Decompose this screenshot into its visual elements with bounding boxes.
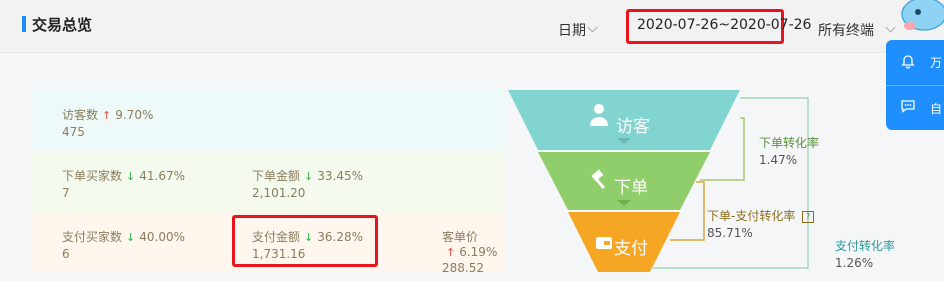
notification-item[interactable]: 万 [886, 40, 944, 84]
metric-label: 下单金额 [252, 169, 301, 183]
conversion-label: 下单-支付转化率 [707, 209, 796, 223]
metric-unit-price: 客单价 ↑ 6.19% 288.52 [442, 228, 506, 275]
metric-label: 支付买家数 [62, 230, 123, 244]
terminal-label[interactable]: 所有终端 [818, 20, 874, 40]
metric-value: 475 [62, 125, 85, 139]
arrow-up-icon: ↑ [102, 109, 112, 122]
funnel-label-pay: 支付 [614, 239, 648, 259]
metric-change: 40.00% [139, 230, 185, 244]
arrow-up-icon: ↑ [446, 246, 456, 259]
header-bar: 交易总览 日期 2020-07-26~2020-07-26 所有终端 [0, 0, 944, 53]
metric-visitors: 访客数 ↑ 9.70% 475 [62, 106, 153, 139]
arrow-down-icon: ↓ [304, 170, 314, 183]
arrow-down-icon: ↓ [126, 231, 136, 244]
metric-change: 9.70% [115, 108, 154, 122]
metric-order-buyers: 下单买家数 ↓ 41.67% 7 [62, 167, 185, 200]
metric-label: 访客数 [62, 108, 99, 122]
conversion-order-pay-rate: 下单-支付转化率 ? 85.71% [707, 207, 815, 240]
conversion-order-rate: 下单转化率 1.47% [759, 134, 819, 167]
metric-change: 41.67% [139, 169, 185, 183]
wallet-icon [596, 237, 612, 249]
metric-value: 6 [62, 247, 70, 261]
metric-change: 6.19% [459, 245, 498, 259]
chevron-down-icon [885, 22, 896, 33]
funnel-label-order: 下单 [614, 178, 648, 198]
bell-icon [901, 55, 915, 69]
metric-label: 客单价 [442, 230, 479, 244]
conversion-label: 下单转化率 [759, 136, 820, 150]
conversion-value: 1.47% [759, 153, 798, 167]
metric-value: 2,101.20 [252, 186, 306, 200]
metric-change: 33.45% [317, 169, 363, 183]
help-icon[interactable]: ? [802, 210, 815, 223]
conversion-value: 1.26% [835, 256, 874, 270]
conversion-value: 85.71% [707, 226, 753, 240]
metric-label: 下单买家数 [62, 169, 123, 183]
metric-pay-buyers: 支付买家数 ↓ 40.00% 6 [62, 228, 185, 261]
page-title: 交易总览 [32, 16, 93, 34]
chevron-down-icon [587, 22, 598, 33]
funnel-label-visitor: 访客 [616, 117, 650, 137]
pay-amount-highlight [232, 215, 378, 267]
date-range-value[interactable]: 2020-07-26~2020-07-26 [637, 17, 811, 33]
metric-value: 7 [62, 186, 70, 200]
metric-order-amount: 下单金额 ↓ 33.45% 2,101.20 [252, 167, 363, 200]
side-item-label: 万 [930, 56, 943, 70]
arrow-down-icon: ↓ [126, 170, 136, 183]
metric-value: 288.52 [442, 261, 484, 275]
mascot-icon [901, 0, 944, 31]
date-label[interactable]: 日期 [558, 20, 586, 40]
title-accent-bar [22, 16, 26, 32]
conversion-label: 支付转化率 [835, 239, 896, 253]
conversion-pay-rate: 支付转化率 1.26% [835, 237, 895, 270]
